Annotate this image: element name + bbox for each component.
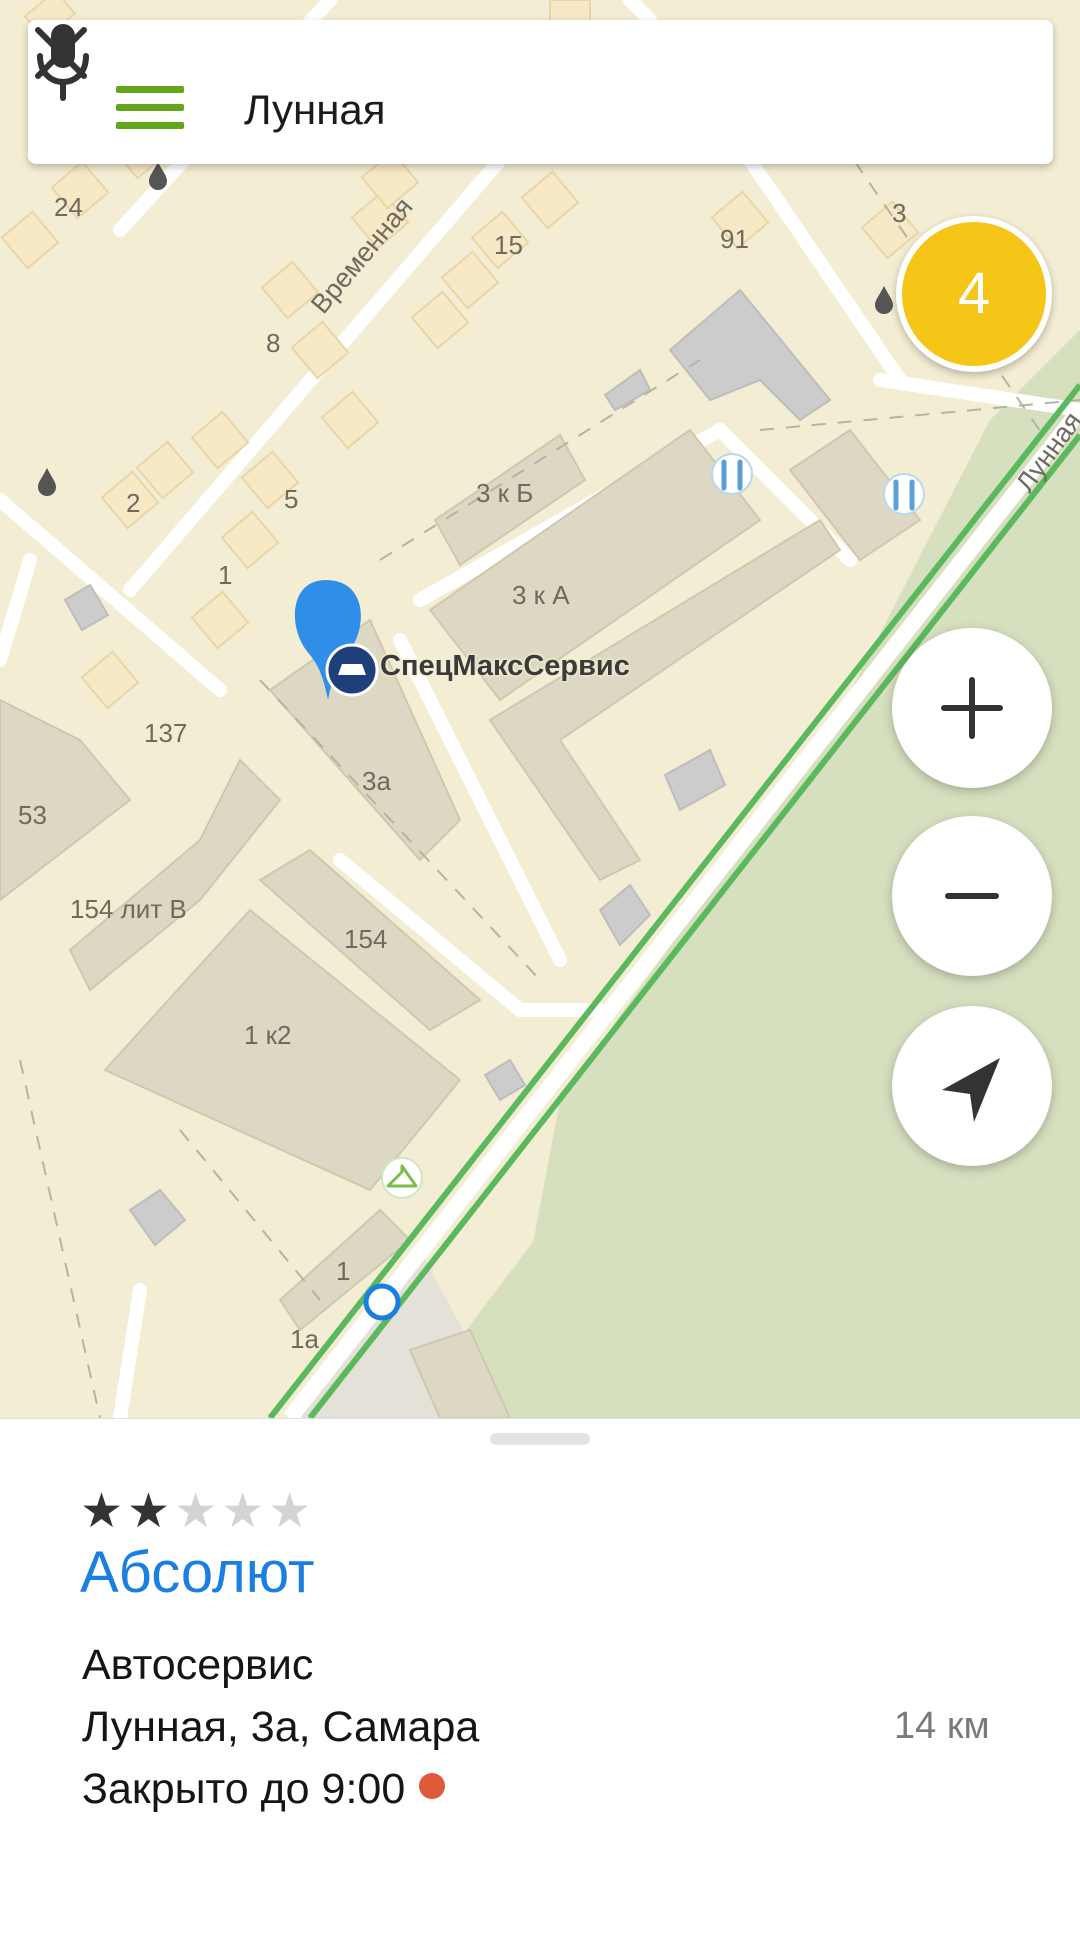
star-icon: ★ — [221, 1483, 265, 1539]
search-bar[interactable]: Лунная — [28, 20, 1053, 164]
building-number: 1 к2 — [244, 1020, 292, 1050]
building-number: 2 — [126, 488, 141, 518]
place-title[interactable]: Абсолют — [80, 1539, 315, 1606]
closed-status-dot — [419, 1773, 446, 1799]
microphone-icon[interactable] — [28, 20, 98, 102]
car-service-icon — [711, 453, 753, 495]
map-view[interactable]: Временная Лунная 24 8 15 91 3 2 5 1 137 … — [0, 0, 1080, 1418]
building-number: 91 — [720, 224, 749, 254]
hours-status: Закрыто до 9:00 — [82, 1765, 406, 1813]
opening-hours: Закрыто до 9:00 — [82, 1765, 446, 1814]
star-icon: ★ — [127, 1483, 171, 1539]
distance-label: 14 км — [894, 1705, 990, 1747]
sheet-handle[interactable] — [490, 1433, 590, 1445]
building-number: 154 — [344, 924, 388, 954]
building-number: 1 — [218, 560, 233, 590]
star-icon: ★ — [268, 1483, 312, 1539]
minus-icon — [945, 893, 999, 899]
building-number: 1а — [290, 1324, 319, 1354]
building-number: 3 — [892, 198, 907, 228]
star-icon: ★ — [80, 1483, 124, 1539]
building-number: 1 — [336, 1256, 351, 1286]
building-number: 53 — [18, 800, 47, 830]
building-number: 3а — [362, 766, 391, 796]
building-number: 3 к Б — [476, 478, 534, 508]
selected-place-label[interactable]: СпецМаксСервис — [380, 650, 630, 683]
search-input[interactable]: Лунная — [244, 86, 386, 134]
car-service-icon — [883, 473, 925, 515]
building-number: 137 — [144, 718, 188, 748]
building-number: 3 к А — [512, 580, 570, 610]
building-number: 5 — [284, 484, 299, 514]
cluster-count-badge[interactable]: 4 — [896, 216, 1052, 372]
place-category: Автосервис — [82, 1641, 314, 1689]
clothing-store-icon — [381, 1157, 423, 1199]
star-icon: ★ — [174, 1483, 218, 1539]
rating-stars: ★ ★ ★ ★ ★ — [80, 1487, 311, 1535]
my-location-button[interactable] — [892, 1006, 1052, 1166]
zoom-in-button[interactable] — [892, 628, 1052, 788]
building-number: 15 — [494, 230, 523, 260]
route-point-marker — [363, 1283, 401, 1321]
building-number: 8 — [266, 328, 281, 358]
plus-icon — [941, 677, 1003, 739]
zoom-out-button[interactable] — [892, 816, 1052, 976]
menu-icon[interactable] — [108, 80, 188, 134]
place-card[interactable]: ★ ★ ★ ★ ★ Абсолют Автосервис Лунная, 3а,… — [0, 1418, 1080, 1935]
place-address: Лунная, 3а, Самара — [82, 1703, 480, 1751]
building-number: 24 — [54, 192, 83, 222]
building-number: 154 лит В — [70, 894, 187, 924]
navigation-arrow-icon — [942, 1058, 1000, 1122]
